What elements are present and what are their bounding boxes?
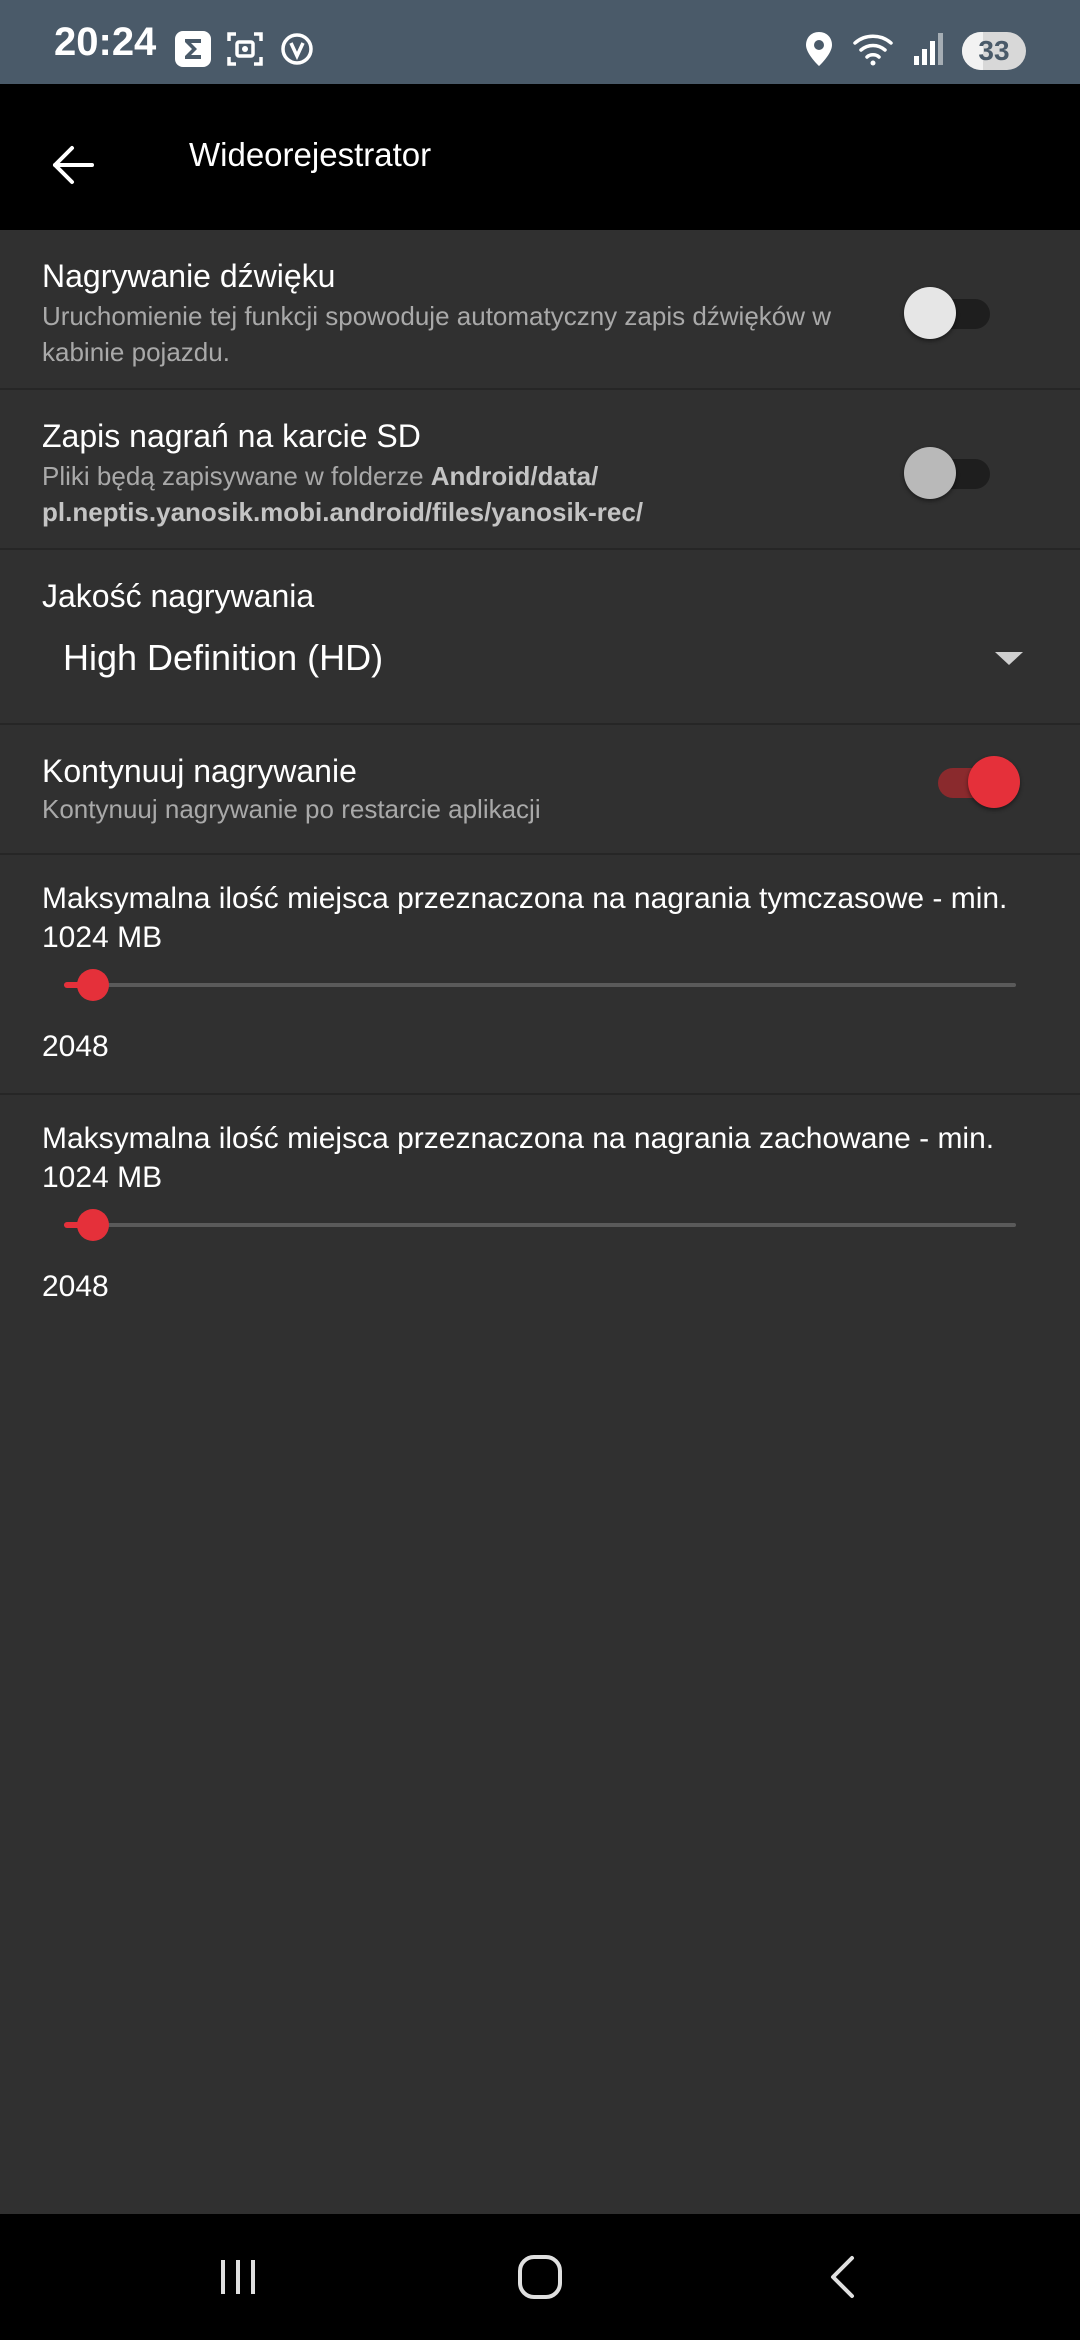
recents-button[interactable]	[203, 2244, 273, 2310]
saved-space-value: 2048	[42, 1270, 109, 1303]
settings-list: Nagrywanie dźwięku Uruchomienie tej funk…	[0, 230, 1080, 1335]
home-button[interactable]	[505, 2244, 575, 2310]
setting-title: Maksymalna ilość miejsca przeznaczona na…	[42, 882, 1008, 954]
battery-icon: 33	[962, 32, 1026, 70]
back-button[interactable]	[30, 122, 116, 208]
setting-recording-quality[interactable]: Jakość nagrywania High Definition (HD)	[0, 550, 1080, 725]
setting-sd-card[interactable]: Zapis nagrań na karcie SD Pliki będą zap…	[0, 390, 1080, 550]
wifi-icon	[852, 30, 894, 73]
setting-summary: Pliki będą zapisywane w folderze Android…	[42, 458, 887, 530]
setting-title: Kontynuuj nagrywanie	[42, 753, 357, 789]
navigation-bar	[0, 2214, 1080, 2340]
dropdown-arrow-icon[interactable]	[995, 652, 1023, 665]
vpn-shield-icon	[278, 30, 316, 73]
system-back-button[interactable]	[808, 2244, 878, 2310]
summary-text: Pliki będą zapisywane w folderze	[42, 461, 431, 491]
saved-space-slider[interactable]	[64, 1205, 1016, 1245]
app-bar: Wideorejestrator	[0, 84, 1080, 230]
setting-sound-recording[interactable]: Nagrywanie dźwięku Uruchomienie tej funk…	[0, 230, 1080, 390]
sigma-notification-icon	[174, 30, 212, 73]
quality-dropdown-value[interactable]: High Definition (HD)	[63, 636, 383, 680]
status-bar: 20:24 33	[0, 0, 1080, 84]
screenshot-icon	[226, 30, 264, 73]
setting-title: Zapis nagrań na karcie SD	[42, 418, 421, 454]
signal-icon	[912, 30, 944, 73]
sound-recording-switch[interactable]	[904, 280, 1000, 340]
home-icon	[518, 2255, 562, 2299]
battery-level: 33	[978, 35, 1010, 66]
setting-title: Maksymalna ilość miejsca przeznaczona na…	[42, 1122, 995, 1194]
status-system-icons: 33	[804, 30, 1026, 72]
setting-continue-recording[interactable]: Kontynuuj nagrywanie Kontynuuj nagrywani…	[0, 725, 1080, 855]
setting-temp-space[interactable]: Maksymalna ilość miejsca przeznaczona na…	[0, 855, 1080, 1095]
setting-summary: Kontynuuj nagrywanie po restarcie aplika…	[42, 794, 541, 824]
setting-title: Nagrywanie dźwięku	[42, 258, 336, 294]
recents-icon	[221, 2260, 255, 2294]
slider-thumb[interactable]	[76, 969, 109, 1001]
page-title: Wideorejestrator	[189, 136, 432, 173]
setting-saved-space[interactable]: Maksymalna ilość miejsca przeznaczona na…	[0, 1095, 1080, 1335]
continue-recording-switch[interactable]	[924, 749, 1020, 809]
temp-space-slider[interactable]	[64, 965, 1016, 1005]
slider-thumb[interactable]	[76, 1209, 109, 1241]
temp-space-value: 2048	[42, 1030, 109, 1063]
setting-summary: Uruchomienie tej funkcji spowoduje autom…	[42, 301, 832, 367]
back-chevron-icon	[831, 2256, 854, 2298]
sd-card-switch[interactable]	[904, 440, 1000, 500]
status-time: 20:24	[54, 20, 157, 64]
setting-title: Jakość nagrywania	[42, 578, 315, 614]
arrow-left-icon	[53, 146, 94, 184]
location-icon	[804, 30, 834, 73]
status-notification-icons	[174, 30, 316, 72]
